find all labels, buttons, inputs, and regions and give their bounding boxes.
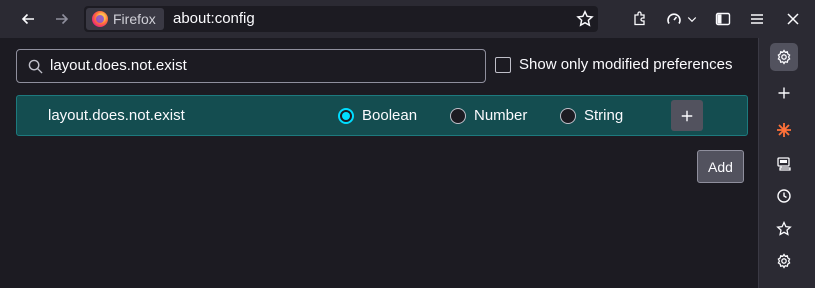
string-radio[interactable] <box>560 107 576 124</box>
pref-search-box[interactable]: layout.does.not.exist <box>16 49 486 83</box>
app-menu-button[interactable] <box>744 6 770 32</box>
extensions-button[interactable] <box>627 6 653 32</box>
sidebar-item-add[interactable] <box>770 79 798 107</box>
settings-icon <box>777 49 791 65</box>
sidebar-item-synced-tabs[interactable] <box>770 150 798 178</box>
firefox-logo-icon <box>92 11 108 27</box>
boolean-radio[interactable] <box>338 107 354 124</box>
bookmark-star-icon[interactable] <box>576 10 594 28</box>
identity-box[interactable]: Firefox <box>86 8 164 30</box>
back-icon <box>21 13 34 25</box>
create-pref-button[interactable] <box>671 100 703 131</box>
type-option-boolean[interactable]: Boolean <box>338 107 417 124</box>
show-modified-label: Show only modified preferences <box>519 56 733 73</box>
number-label: Number <box>474 107 528 124</box>
new-pref-row: layout.does.not.exist Boolean Number Str… <box>16 95 748 136</box>
identity-label: Firefox <box>113 11 156 27</box>
browser-toolbar: Firefox about:config <box>0 0 815 38</box>
sidebar-toggle-button[interactable] <box>710 6 736 32</box>
forward-icon <box>56 13 69 25</box>
bookmarks-icon <box>776 221 792 236</box>
string-label: String <box>584 107 624 124</box>
close-icon <box>787 13 799 25</box>
sidebar <box>758 38 815 288</box>
speedometer-dropdown[interactable] <box>683 6 701 32</box>
search-icon <box>28 59 43 74</box>
show-modified-toggle[interactable]: Show only modified preferences <box>495 56 732 73</box>
forward-button[interactable] <box>49 6 75 32</box>
sidebar-toggle-icon <box>715 12 731 26</box>
pref-name: layout.does.not.exist <box>48 107 185 124</box>
sidebar-item-settings[interactable] <box>770 43 798 71</box>
boolean-label: Boolean <box>362 107 418 124</box>
history-icon <box>777 189 791 203</box>
chevron-down-icon <box>687 17 697 23</box>
type-option-number[interactable]: Number <box>450 107 527 124</box>
plus-icon <box>778 87 790 99</box>
extensions-icon <box>634 11 645 26</box>
burst-icon <box>777 123 791 137</box>
search-input[interactable]: layout.does.not.exist <box>50 57 187 74</box>
sidebar-item-history[interactable] <box>770 182 798 210</box>
address-bar[interactable]: Firefox about:config <box>84 6 598 32</box>
sidebar-item-customize[interactable] <box>770 247 798 275</box>
speedometer-icon <box>667 13 681 24</box>
sidebar-item-bookmarks[interactable] <box>770 215 798 243</box>
menu-icon <box>751 14 763 24</box>
sidebar-item-burst[interactable] <box>770 116 798 144</box>
synced-tabs-icon <box>777 157 791 171</box>
close-window-button[interactable] <box>780 6 806 32</box>
type-option-string[interactable]: String <box>560 107 623 124</box>
add-button[interactable]: Add <box>697 150 744 183</box>
show-modified-checkbox[interactable] <box>495 56 511 73</box>
back-button[interactable] <box>15 6 41 32</box>
url-text[interactable]: about:config <box>173 10 255 27</box>
customize-icon <box>777 253 791 269</box>
plus-icon <box>681 110 693 121</box>
number-radio[interactable] <box>450 107 466 124</box>
